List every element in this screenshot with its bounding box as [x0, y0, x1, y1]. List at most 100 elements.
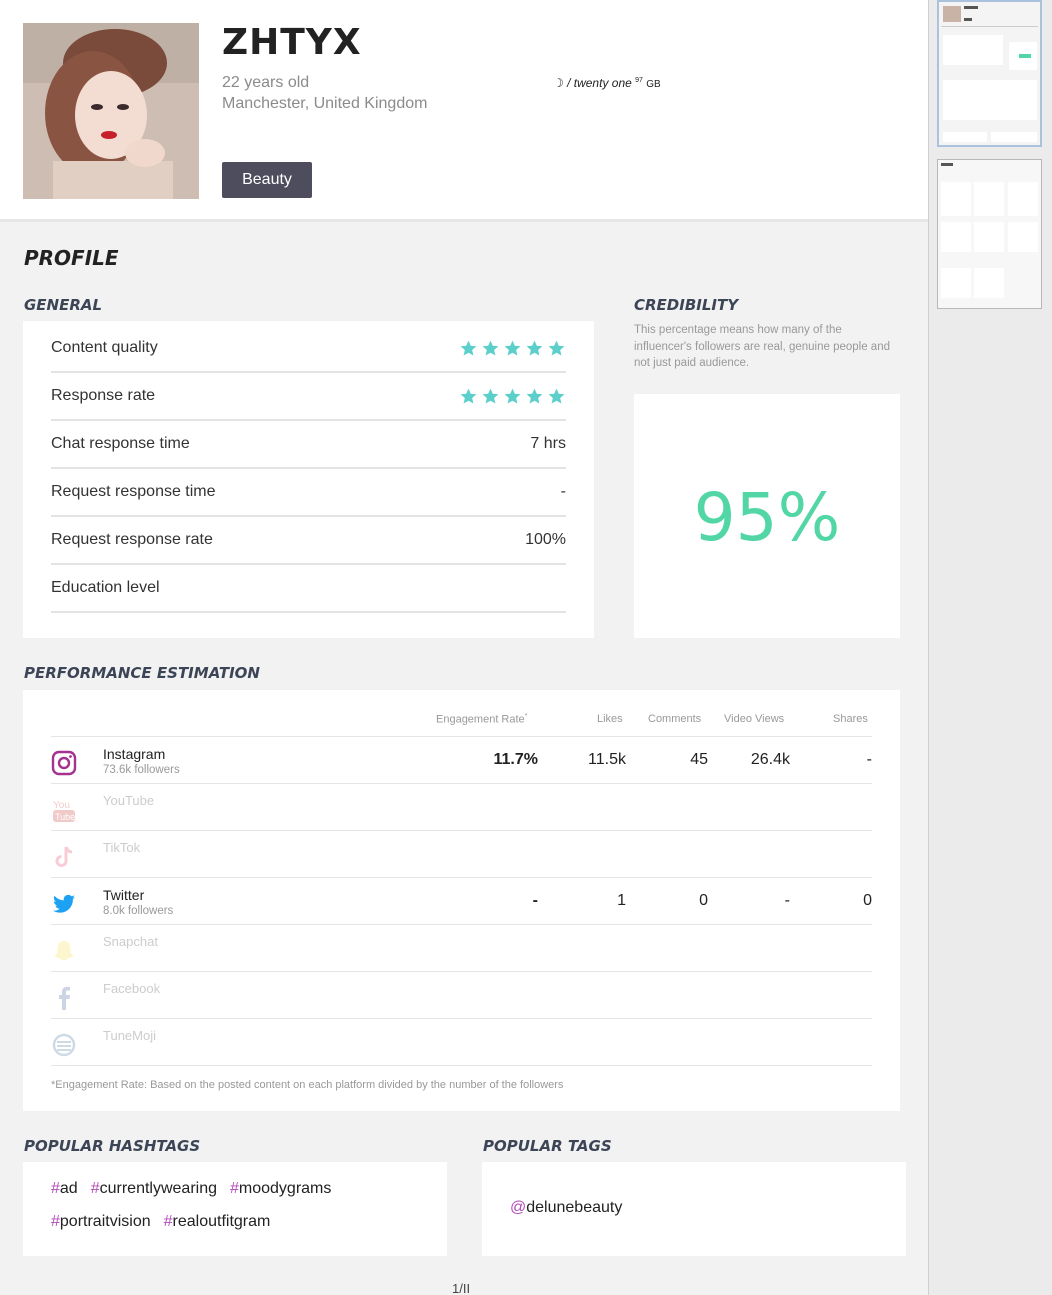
credibility-value: 95%	[693, 479, 841, 556]
credibility-title: CREDIBILITY	[634, 296, 739, 314]
category-badge[interactable]: Beauty	[222, 162, 312, 198]
header-shares: Shares	[833, 713, 868, 725]
general-row-label: Chat response time	[51, 435, 190, 452]
general-row: Chat response time 7 hrs	[51, 421, 566, 469]
hashtag-text: ad	[59, 1180, 78, 1197]
hashtag-text: moodygrams	[238, 1180, 332, 1197]
star-icon	[548, 340, 565, 356]
hashtag[interactable]: #ad	[51, 1180, 78, 1198]
platform-row-facebook: Facebook	[51, 971, 872, 1018]
engagement-note: *Engagement Rate: Based on the posted co…	[51, 1079, 564, 1091]
platform-name: Twitter	[103, 887, 145, 903]
hashtag-text: realoutfitgram	[172, 1213, 271, 1230]
hash-symbol: #	[51, 1180, 60, 1197]
star-rating	[459, 387, 566, 406]
hashtag-text: portraitvision	[59, 1213, 151, 1230]
general-row: Response rate	[51, 373, 566, 421]
platform-shares: 0	[863, 892, 872, 909]
general-row-label: Request response rate	[51, 531, 213, 548]
general-row: Request response time -	[51, 469, 566, 517]
hashtag[interactable]: #currentlywearing	[91, 1180, 217, 1198]
platform-name: Snapchat	[103, 934, 158, 949]
page-indicator: 1/II	[452, 1281, 471, 1295]
influencer-name: ZHTYX	[222, 22, 362, 63]
hash-symbol: #	[90, 1180, 100, 1197]
performance-title: PERFORMANCE ESTIMATION	[24, 664, 260, 682]
platform-name: TikTok	[103, 840, 141, 855]
general-row-label: Request response time	[51, 483, 216, 500]
credibility-card: 95%	[634, 394, 900, 638]
header-comments: Comments	[648, 713, 702, 725]
tag-list: @delunebeauty	[510, 1199, 890, 1217]
tags-title: POPULAR TAGS	[483, 1137, 612, 1155]
platform-engagement: 11.7%	[493, 751, 538, 768]
star-icon	[504, 340, 521, 356]
platform-name: Instagram	[103, 746, 166, 762]
hashtags-card: #ad #currentlywearing #moodygrams #portrait…	[23, 1162, 447, 1256]
platform-row-tunemoji: TuneMoji	[51, 1018, 872, 1065]
hashtag-list: #ad #currentlywearing #moodygrams #portrait…	[51, 1180, 431, 1231]
facebook-icon	[51, 985, 77, 1011]
general-row-value: -	[560, 483, 566, 500]
youtube-icon: You Tube	[51, 797, 77, 823]
platform-views: -	[784, 892, 790, 909]
page-thumbnail-1[interactable]	[937, 0, 1042, 147]
platform-comments: 0	[699, 892, 708, 909]
platform-followers: 73.6k followers	[103, 764, 180, 776]
hash-symbol: #	[230, 1180, 239, 1197]
snapchat-icon	[51, 938, 77, 964]
star-icon	[526, 388, 543, 404]
platform-followers: 8.0k followers	[103, 905, 174, 917]
agency-brand-suffix: GB	[646, 79, 661, 90]
star-icon	[460, 388, 477, 404]
influencer-location: Manchester, United Kingdom	[222, 95, 428, 112]
header-engagement-label: Engagement Rate	[436, 713, 525, 726]
tag-text: delunebeauty	[526, 1199, 623, 1216]
hashtags-title: POPULAR HASHTAGS	[24, 1137, 201, 1155]
hash-symbol: #	[51, 1213, 60, 1230]
table-divider	[51, 1065, 872, 1066]
hashtag-text: currentlywearing	[99, 1180, 217, 1197]
header-engagement-mark: *	[524, 713, 528, 720]
platform-engagement: -	[532, 892, 538, 909]
platform-name: TuneMoji	[103, 1028, 156, 1043]
agency-brand-sup: 97	[635, 77, 643, 84]
twitter-icon	[51, 891, 77, 917]
at-symbol: @	[510, 1199, 527, 1216]
general-row: Education level	[51, 565, 566, 613]
platform-shares: -	[866, 751, 872, 768]
star-icon	[548, 388, 565, 404]
platform-likes: 1	[617, 892, 626, 909]
general-row: Request response rate 100%	[51, 517, 566, 565]
platform-row-instagram: Instagram 73.6k followers 11.7% 11.5k 45 26.4…	[51, 736, 872, 783]
tags-card: @delunebeauty	[482, 1162, 906, 1256]
platform-likes: 11.5k	[588, 751, 626, 768]
report-page: ZHTYX 22 years old Manchester, United Ki…	[0, 0, 929, 1295]
platform-row-tiktok: TikTok	[51, 830, 872, 877]
platform-row-snapchat: Snapchat	[51, 924, 872, 971]
general-row-label: Content quality	[51, 339, 158, 356]
platform-row-twitter: Twitter 8.0k followers - 1 0 - 0	[51, 877, 872, 924]
performance-card: Engagement Rate* Likes Comments Video Vi…	[23, 690, 900, 1111]
agency-brand-text: ☽ / twenty one	[553, 76, 632, 90]
hash-symbol: #	[163, 1213, 173, 1230]
tag-mention[interactable]: @delunebeauty	[510, 1199, 622, 1217]
header-video-views: Video Views	[724, 713, 785, 725]
page-thumbnail-2[interactable]	[937, 159, 1042, 309]
hashtag[interactable]: #moodygrams	[230, 1180, 331, 1198]
general-row-value: 100%	[525, 531, 566, 548]
hashtag[interactable]: #portraitvision	[51, 1213, 151, 1231]
header-likes: Likes	[597, 713, 623, 725]
platform-row-youtube: You Tube YouTube	[51, 783, 872, 830]
platform-comments: 45	[690, 751, 708, 768]
influencer-age: 22 years old	[222, 74, 310, 91]
general-row-label: Education level	[51, 579, 160, 596]
hashtag[interactable]: #realoutfitgram	[164, 1213, 271, 1231]
star-rating	[459, 339, 566, 358]
credibility-description: This percentage means how many of the in…	[634, 324, 890, 369]
star-icon	[482, 388, 499, 404]
star-icon	[482, 340, 499, 356]
agency-brand: ☽ / twenty one 97 GB	[553, 76, 661, 90]
svg-text:Tube: Tube	[55, 812, 75, 822]
star-icon	[504, 388, 521, 404]
